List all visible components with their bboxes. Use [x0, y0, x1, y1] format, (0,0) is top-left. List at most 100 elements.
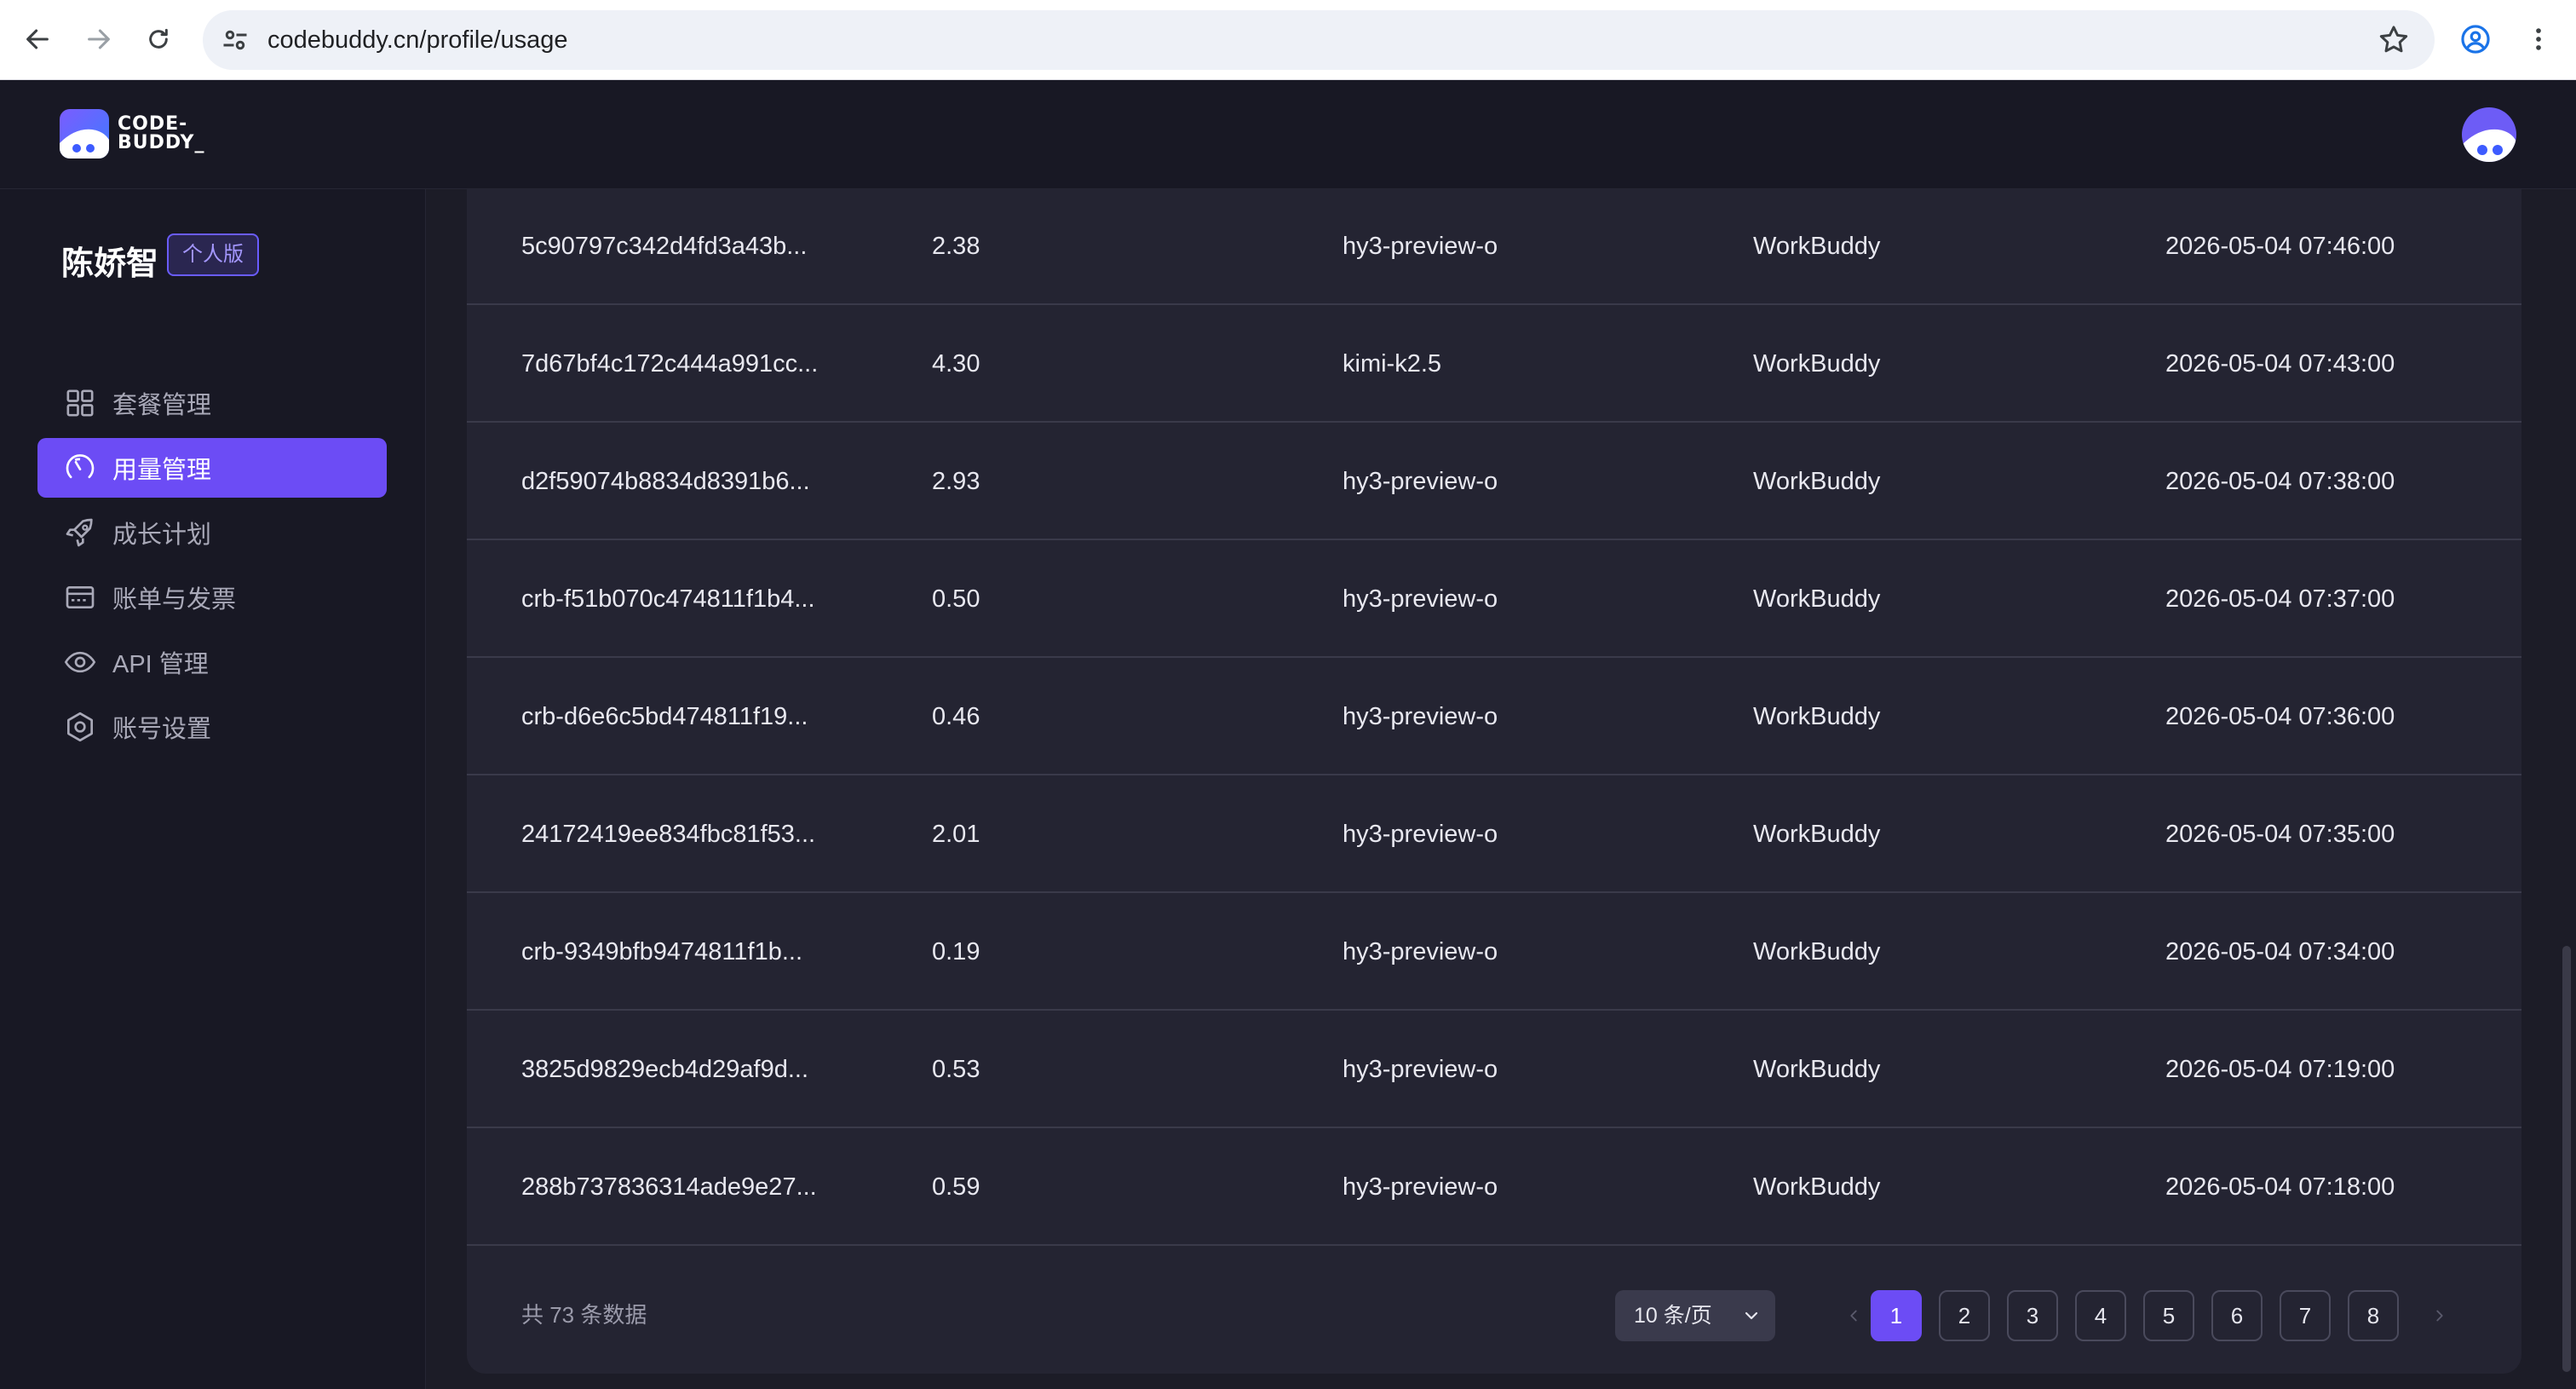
- model-cell: kimi-k2.5: [1343, 350, 1442, 378]
- forward-button[interactable]: [77, 17, 121, 61]
- sidebar-item-label: 用量管理: [112, 457, 212, 484]
- bookmark-star-icon[interactable]: [2377, 23, 2411, 57]
- table-row: crb-f51b070c474811f1b4... 0.50 hy3-previ…: [467, 540, 2521, 658]
- request-id-cell: d2f59074b8834d8391b6...: [521, 468, 810, 495]
- request-id-cell: crb-9349bfb9474811f1b...: [521, 938, 803, 965]
- credits-cell: 0.19: [932, 938, 980, 965]
- usage-table: 5c90797c342d4fd3a43b... 2.38 hy3-preview…: [467, 189, 2521, 1374]
- request-id-cell: 5c90797c342d4fd3a43b...: [521, 233, 808, 260]
- product-cell: WorkBuddy: [1753, 350, 1881, 378]
- chevron-right-icon: [2436, 1310, 2443, 1322]
- account-circle-icon: [2461, 25, 2490, 54]
- page-button-3[interactable]: 3: [2007, 1290, 2058, 1341]
- page-button-8[interactable]: 8: [2348, 1290, 2399, 1341]
- site-settings-icon[interactable]: [220, 25, 250, 55]
- time-cell: 2026-05-04 07:36:00: [2165, 703, 2395, 730]
- time-cell: 2026-05-04 07:18:00: [2165, 1173, 2395, 1201]
- credits-cell: 4.30: [932, 350, 980, 378]
- sidebar: 陈娇智 个人版 套餐管理 用量管理 成长计划 账单与发票 API 管理 账号设置: [0, 189, 426, 1389]
- reload-button[interactable]: [136, 17, 181, 61]
- model-cell: hy3-preview-o: [1343, 703, 1498, 730]
- plan-badge: 个人版: [167, 233, 259, 276]
- eye-icon: [64, 651, 96, 673]
- total-count: 共 73 条数据: [521, 1302, 647, 1328]
- logo-text-line1: CODE-: [118, 113, 188, 135]
- product-cell: WorkBuddy: [1753, 233, 1881, 260]
- sidebar-item-plans[interactable]: 套餐管理: [37, 373, 387, 433]
- time-cell: 2026-05-04 07:38:00: [2165, 468, 2395, 495]
- request-id-cell: 24172419ee834fbc81f53...: [521, 821, 816, 848]
- credits-cell: 0.59: [932, 1173, 980, 1201]
- invoice-icon: [66, 586, 95, 608]
- time-cell: 2026-05-04 07:37:00: [2165, 585, 2395, 613]
- page-size-select[interactable]: 10 条/页: [1615, 1290, 1775, 1341]
- url-text[interactable]: codebuddy.cn/profile/usage: [267, 10, 568, 70]
- model-cell: hy3-preview-o: [1343, 1173, 1498, 1201]
- chevron-left-icon: [1850, 1310, 1857, 1322]
- request-id-cell: 288b737836314ade9e27...: [521, 1173, 817, 1201]
- next-page-button[interactable]: [2414, 1290, 2465, 1341]
- product-cell: WorkBuddy: [1753, 938, 1881, 965]
- time-cell: 2026-05-04 07:35:00: [2165, 821, 2395, 848]
- credits-cell: 2.93: [932, 468, 980, 495]
- chevron-down-icon: [1745, 1311, 1758, 1320]
- sidebar-item-api[interactable]: API 管理: [37, 632, 387, 692]
- address-bar[interactable]: codebuddy.cn/profile/usage: [203, 10, 2435, 70]
- table-row: 288b737836314ade9e27... 0.59 hy3-preview…: [467, 1128, 2521, 1246]
- time-cell: 2026-05-04 07:34:00: [2165, 938, 2395, 965]
- sidebar-item-label: 套餐管理: [112, 392, 212, 419]
- page-button-1[interactable]: 1: [1871, 1290, 1922, 1341]
- reload-icon: [149, 28, 168, 49]
- arrow-left-icon: [26, 29, 49, 49]
- page-button-6[interactable]: 6: [2211, 1290, 2263, 1341]
- gauge-icon: [66, 454, 95, 479]
- pagination: 共 73 条数据 10 条/页 1 2 3 4 5 6 7 8: [467, 1256, 2521, 1374]
- product-cell: WorkBuddy: [1753, 821, 1881, 848]
- product-cell: WorkBuddy: [1753, 585, 1881, 613]
- sidebar-item-account[interactable]: 账号设置: [37, 697, 387, 757]
- model-cell: hy3-preview-o: [1343, 1056, 1498, 1083]
- table-row: crb-9349bfb9474811f1b... 0.19 hy3-previe…: [467, 893, 2521, 1011]
- hexagon-settings-icon: [67, 712, 93, 742]
- table-row: d2f59074b8834d8391b6... 2.93 hy3-preview…: [467, 423, 2521, 540]
- model-cell: hy3-preview-o: [1343, 233, 1498, 260]
- sidebar-item-usage[interactable]: 用量管理: [37, 438, 387, 498]
- product-cell: WorkBuddy: [1753, 468, 1881, 495]
- table-row: 7d67bf4c172c444a991cc... 4.30 kimi-k2.5 …: [467, 305, 2521, 423]
- browser-toolbar: codebuddy.cn/profile/usage: [0, 0, 2576, 80]
- codebuddy-logo[interactable]: CODE- BUDDY_: [60, 109, 205, 158]
- sidebar-item-billing[interactable]: 账单与发票: [37, 568, 387, 627]
- product-cell: WorkBuddy: [1753, 1056, 1881, 1083]
- model-cell: hy3-preview-o: [1343, 585, 1498, 613]
- request-id-cell: crb-f51b070c474811f1b4...: [521, 585, 815, 613]
- sidebar-item-label: API 管理: [112, 651, 209, 678]
- credits-cell: 2.38: [932, 233, 980, 260]
- user-avatar[interactable]: [2462, 107, 2516, 162]
- page-button-2[interactable]: 2: [1939, 1290, 1990, 1341]
- grid-icon: [66, 389, 94, 417]
- model-cell: hy3-preview-o: [1343, 938, 1498, 965]
- sidebar-item-label: 账单与发票: [112, 586, 237, 614]
- page-scrollbar[interactable]: [2562, 946, 2571, 1372]
- profile-button[interactable]: [2453, 17, 2498, 61]
- request-id-cell: 3825d9829ecb4d29af9d...: [521, 1056, 809, 1083]
- browser-menu-button[interactable]: [2516, 17, 2561, 61]
- back-button[interactable]: [15, 17, 60, 61]
- credits-cell: 0.46: [932, 703, 980, 730]
- page-size-value: 10 条/页: [1634, 1304, 1712, 1328]
- sidebar-item-label: 账号设置: [112, 716, 212, 743]
- page-button-7[interactable]: 7: [2280, 1290, 2331, 1341]
- credits-cell: 0.53: [932, 1056, 980, 1083]
- page-button-4[interactable]: 4: [2075, 1290, 2126, 1341]
- rocket-icon: [66, 518, 93, 547]
- credits-cell: 2.01: [932, 821, 980, 848]
- sidebar-item-label: 成长计划: [112, 522, 212, 549]
- time-cell: 2026-05-04 07:43:00: [2165, 350, 2395, 378]
- product-cell: WorkBuddy: [1753, 703, 1881, 730]
- model-cell: hy3-preview-o: [1343, 821, 1498, 848]
- app-header: CODE- BUDDY_: [0, 80, 2576, 189]
- logo-mark-icon: [60, 109, 109, 158]
- model-cell: hy3-preview-o: [1343, 468, 1498, 495]
- sidebar-item-growth[interactable]: 成长计划: [37, 503, 387, 562]
- page-button-5[interactable]: 5: [2143, 1290, 2194, 1341]
